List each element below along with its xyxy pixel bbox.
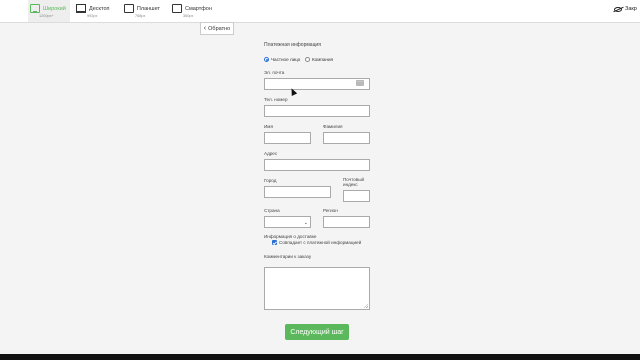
tab-desktop-label: Десктоп — [89, 5, 110, 12]
email-field[interactable] — [264, 78, 370, 90]
radio-company[interactable]: Компания — [305, 57, 333, 62]
tab-tablet[interactable]: Планшет 768px — [124, 0, 160, 22]
close-preview-button[interactable]: Закр — [614, 6, 637, 12]
city-field[interactable] — [264, 186, 331, 198]
tab-wide-size: 1200px+ — [39, 14, 54, 18]
tablet-icon — [124, 4, 134, 13]
tab-desktop-size: 992px — [87, 14, 98, 18]
radio-unchecked-icon — [305, 57, 310, 62]
back-button[interactable]: ‹ Обратно — [200, 22, 234, 35]
comments-label: Комментарии к заказу — [264, 254, 312, 259]
tab-tablet-label: Планшет — [136, 5, 160, 12]
country-select[interactable]: ⌄ — [264, 216, 311, 228]
tab-wide[interactable]: Широкий 1200px+ — [28, 0, 70, 22]
tab-wide-label: Широкий — [43, 5, 66, 12]
billing-section-title: Платежная информация — [264, 42, 321, 48]
radio-checked-icon — [264, 57, 269, 62]
tab-smartphone-label: Смартфон — [185, 5, 212, 12]
tab-smartphone[interactable]: Смартфон 360px — [172, 0, 212, 22]
postal-code-field[interactable] — [343, 190, 370, 202]
tab-desktop[interactable]: Десктоп 992px — [76, 0, 112, 22]
last-name-field[interactable] — [323, 132, 370, 144]
close-label: Закр — [625, 6, 637, 12]
comments-textarea[interactable] — [264, 267, 370, 310]
eye-slash-icon — [614, 6, 622, 12]
address-label: Адрес — [264, 151, 278, 156]
radio-company-label: Компания — [312, 57, 334, 62]
phone-field[interactable] — [264, 105, 370, 117]
radio-private-person[interactable]: Частное лицо — [264, 57, 300, 62]
radio-private-label: Частное лицо — [271, 57, 301, 62]
monitor-icon — [30, 4, 40, 13]
bottom-bar — [0, 354, 640, 360]
phone-label: Тел. номер — [264, 97, 288, 102]
postal-label-line2: индекс — [343, 182, 358, 187]
address-field[interactable] — [264, 159, 370, 171]
same-as-billing-label: Совпадает с платежной информацией — [279, 240, 362, 245]
shipping-title: Информация о доставке — [264, 234, 317, 239]
tab-smartphone-size: 360px — [183, 14, 194, 18]
laptop-icon — [76, 4, 86, 13]
last-name-label: Фамилия — [323, 124, 343, 129]
back-label: Обратно — [208, 25, 231, 32]
region-field[interactable] — [323, 216, 370, 228]
device-toolbar: Широкий 1200px+ Десктоп 992px Планшет 76… — [0, 0, 640, 23]
first-name-label: Имя — [264, 124, 273, 129]
first-name-field[interactable] — [264, 132, 311, 144]
next-step-button[interactable]: Следующий шаг — [285, 324, 349, 340]
country-label: Страна — [264, 208, 280, 213]
smartphone-icon — [172, 4, 182, 13]
region-label: Регион — [323, 208, 338, 213]
same-as-billing-checkbox[interactable] — [272, 240, 277, 245]
email-label: Эл. почта — [264, 70, 285, 75]
chevron-down-icon: ⌄ — [303, 220, 308, 226]
autofill-dots-icon[interactable]: ··· — [356, 80, 364, 86]
resize-handle-icon[interactable] — [364, 304, 368, 308]
chevron-left-icon: ‹ — [203, 25, 207, 32]
city-label: Город — [264, 178, 277, 183]
tab-tablet-size: 768px — [135, 14, 146, 18]
